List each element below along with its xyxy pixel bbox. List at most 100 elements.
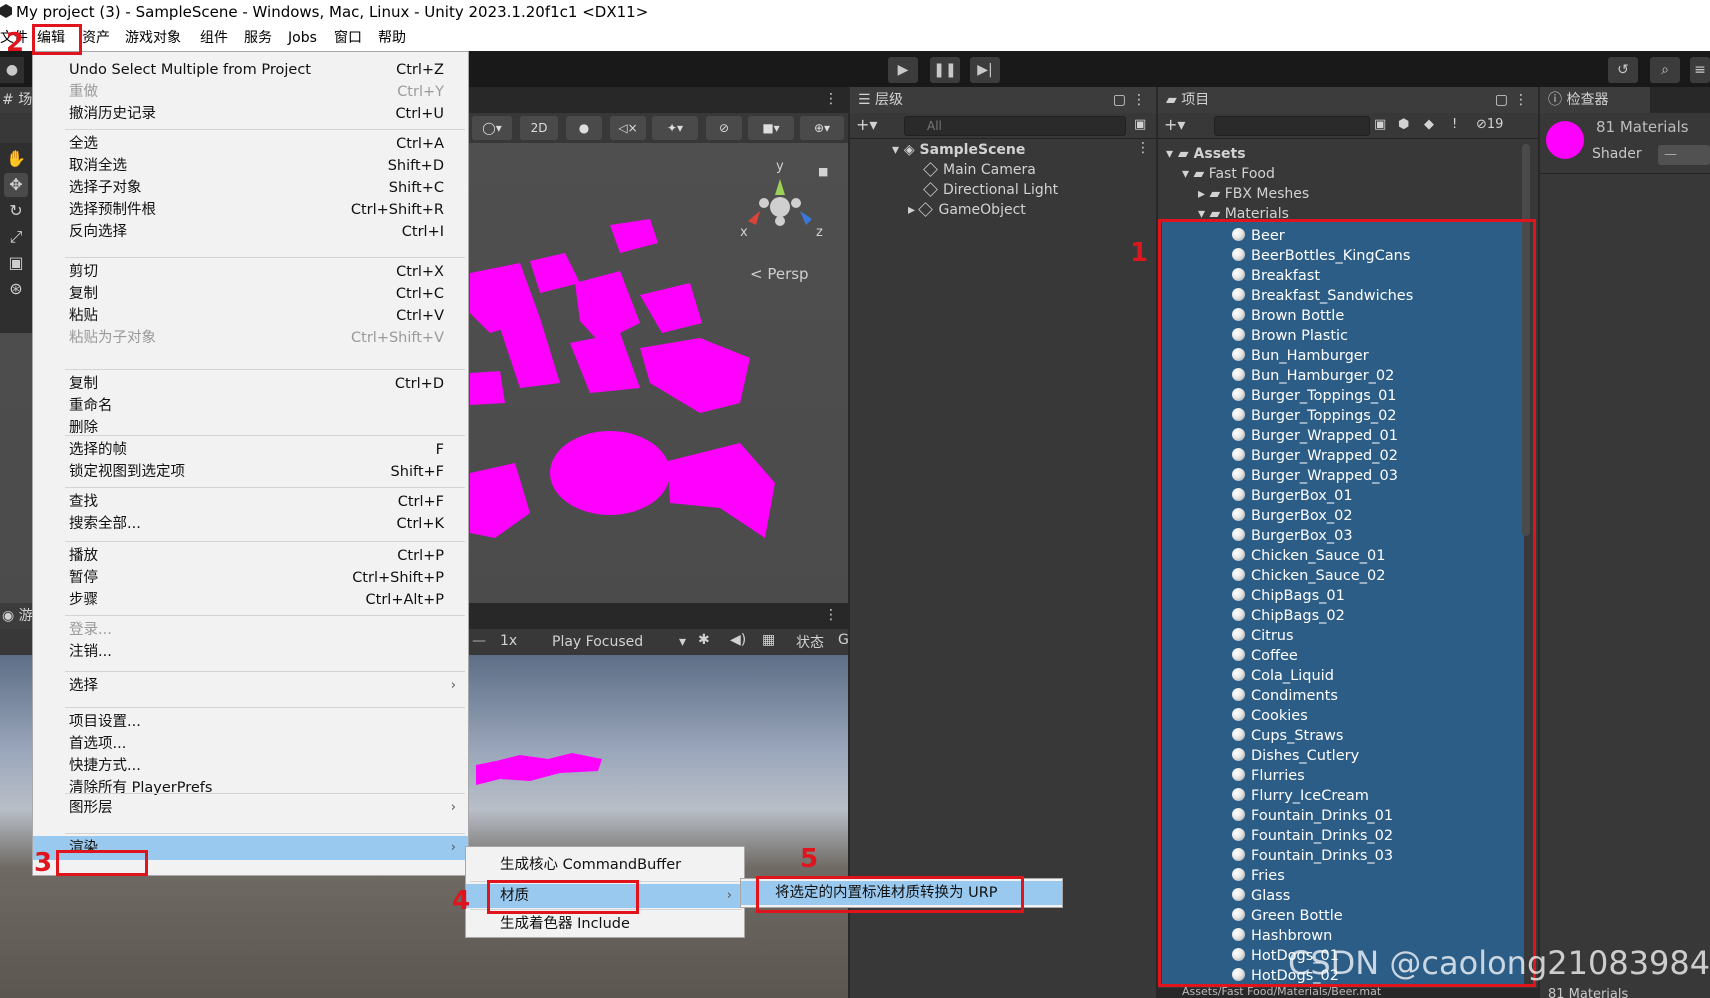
rotate-tool-icon[interactable]: ↻ [4,199,28,223]
shading-mode-button[interactable]: ◯▾ [472,116,512,140]
menu-jobs[interactable]: Jobs [288,28,317,48]
hierarchy-item[interactable]: Main Camera [923,160,1036,180]
filter-type-icon[interactable]: ⬢ [1398,117,1409,132]
gizmos-button[interactable]: ⊕▾ [800,116,844,140]
edit-menu-item[interactable]: Undo Select Multiple from Project Ctrl+Z [33,58,468,82]
hierarchy-search[interactable]: All [904,116,1126,136]
account-icon[interactable]: ● [0,57,24,83]
lighting-toggle[interactable]: ● [566,116,602,140]
hidden-packages-toggle[interactable]: ⊘19 [1476,117,1503,132]
tree-fbx-meshes[interactable]: ▸ ▰ FBX Meshes [1198,184,1309,204]
hierarchy-options-icon[interactable]: ⋮ [1132,87,1146,113]
menu-component[interactable]: 组件 [200,28,228,48]
edit-menu-item[interactable]: 全选 Ctrl+A [33,132,468,156]
create-button[interactable]: +▾ [856,115,877,134]
hierarchy-item[interactable]: Directional Light [923,180,1058,200]
annotation-box-materials [1158,219,1536,987]
project-options-icon[interactable]: ⋮ [1514,87,1528,113]
play-button[interactable]: ▶ [888,57,918,83]
edit-menu-item[interactable]: 首选项... [33,732,468,756]
tab-hierarchy[interactable]: ☰ 层级 ▢ ⋮ [850,87,1156,113]
edit-menu-item[interactable]: 步骤 Ctrl+Alt+P [33,588,468,612]
camera-button[interactable]: ■▾ [748,116,794,140]
edit-menu-item[interactable]: 选择的帧 F [33,438,468,462]
edit-menu-item[interactable]: 取消全选 Shift+D [33,154,468,178]
lock-icon[interactable]: ▢ [1495,87,1508,113]
edit-menu-item[interactable]: 查找 Ctrl+F [33,490,468,514]
menu-item-shader-include[interactable]: 生成着色器 Include [466,912,744,936]
search-mode-icon[interactable]: ▣ [1134,117,1146,132]
layers-button[interactable]: ≡ [1690,57,1710,83]
transform-tool-icon[interactable]: ⊛ [4,277,28,301]
edit-menu-item[interactable]: 复制 Ctrl+D [33,372,468,396]
tab-game[interactable]: ◉ 游 [0,603,34,629]
step-button[interactable]: ▶| [970,57,1000,83]
tab-project[interactable]: ▰ 项目 ▢ ⋮ [1158,87,1538,113]
edit-menu-item[interactable]: 播放 Ctrl+P [33,544,468,568]
menu-help[interactable]: 帮助 [378,28,406,48]
edit-menu-item[interactable]: 快捷方式... [33,754,468,778]
stats-button[interactable]: 状态 [796,632,824,652]
edit-menu-item[interactable]: 反向选择 Ctrl+I [33,220,468,244]
menu-gameobject[interactable]: 游戏对象 [125,28,181,48]
search-mode-icon[interactable]: ▣ [1374,117,1386,132]
edit-menu-item[interactable]: 撤消历史记录 Ctrl+U [33,102,468,126]
tab-inspector[interactable]: ⓘ 检查器 [1540,87,1650,113]
history-button[interactable]: ↺ [1608,57,1638,83]
edit-menu-item[interactable]: 选择预制件根 Ctrl+Shift+R [33,198,468,222]
menu-item-label: 复制 [69,286,98,302]
visibility-toggle[interactable]: ⊘ [706,116,742,140]
menu-window[interactable]: 窗口 [334,28,362,48]
tree-assets[interactable]: ▾ ▰ Assets [1166,144,1246,164]
bug-icon[interactable]: ✱ [698,632,710,648]
tree-fast-food[interactable]: ▾ ▰ Fast Food [1182,164,1275,184]
lock-icon[interactable]: ■ [818,165,828,178]
speaker-icon[interactable]: ◀) [730,632,746,648]
keyboard-icon[interactable]: ▦ [762,632,775,648]
scene-options-icon[interactable]: ⋮ [1136,140,1150,156]
edit-menu-item[interactable]: 粘贴 Ctrl+V [33,304,468,328]
edit-menu-item[interactable]: 项目设置... [33,710,468,734]
scene-root-row[interactable]: ▾ ◈ SampleScene [892,140,1025,160]
rect-tool-icon[interactable]: ▣ [4,251,28,275]
edit-menu-item[interactable]: 删除 [33,416,468,440]
menu-item-commandbuffer[interactable]: 生成核心 CommandBuffer [466,853,744,877]
scale-tool-icon[interactable]: ⤢ [4,225,28,249]
menu-separator [65,707,465,708]
edit-menu-item[interactable]: 暂停 Ctrl+Shift+P [33,566,468,590]
shader-dropdown[interactable]: — [1658,145,1710,165]
play-mode-dropdown[interactable]: Play Focused ▾ [552,631,688,653]
audio-toggle[interactable]: ◁× [610,116,646,140]
move-tool-icon[interactable]: ✥ [4,173,28,197]
edit-menu-item[interactable]: 图形层 › [33,796,468,820]
create-asset-button[interactable]: +▾ [1164,115,1185,134]
tab-scene[interactable]: # 场 [0,87,34,113]
lock-icon[interactable]: ▢ [1113,87,1126,113]
edit-menu-item[interactable]: 选择子对象 Shift+C [33,176,468,200]
orientation-gizmo[interactable] [748,179,812,226]
project-search[interactable] [1214,116,1370,136]
persp-label[interactable]: < Persp [750,265,809,283]
game-options-icon[interactable]: ⋮ [824,607,838,623]
pause-button[interactable]: ❚❚ [930,57,960,83]
edit-menu-item[interactable]: 搜索全部... Ctrl+K [33,512,468,536]
search-button[interactable]: ⌕ [1650,57,1680,83]
warning-icon[interactable]: ! [1452,117,1457,132]
scene-options-icon[interactable]: ⋮ [824,91,838,107]
mode-2d-button[interactable]: 2D [520,116,558,140]
menu-services[interactable]: 服务 [244,28,272,48]
edit-menu-item[interactable]: 选择 › [33,674,468,698]
edit-menu-item[interactable]: 注销... [33,640,468,664]
edit-menu-item[interactable]: 重命名 [33,394,468,418]
tree-materials[interactable]: ▾ ▰ Materials [1198,204,1289,218]
scale-slider[interactable]: — [472,633,486,649]
view-tool-icon[interactable]: ✋ [4,147,28,171]
label-icon[interactable]: ◆ [1424,117,1434,132]
hierarchy-item[interactable]: ▸ GameObject [908,200,1026,220]
edit-menu-item[interactable]: 剪切 Ctrl+X [33,260,468,284]
edit-menu-item[interactable]: 锁定视图到选定项 Shift+F [33,460,468,484]
menu-assets[interactable]: 资产 [82,28,110,48]
effects-toggle[interactable]: ✦▾ [652,116,698,140]
edit-menu-item[interactable]: 复制 Ctrl+C [33,282,468,306]
gizmos-game-button[interactable]: G [838,632,849,648]
